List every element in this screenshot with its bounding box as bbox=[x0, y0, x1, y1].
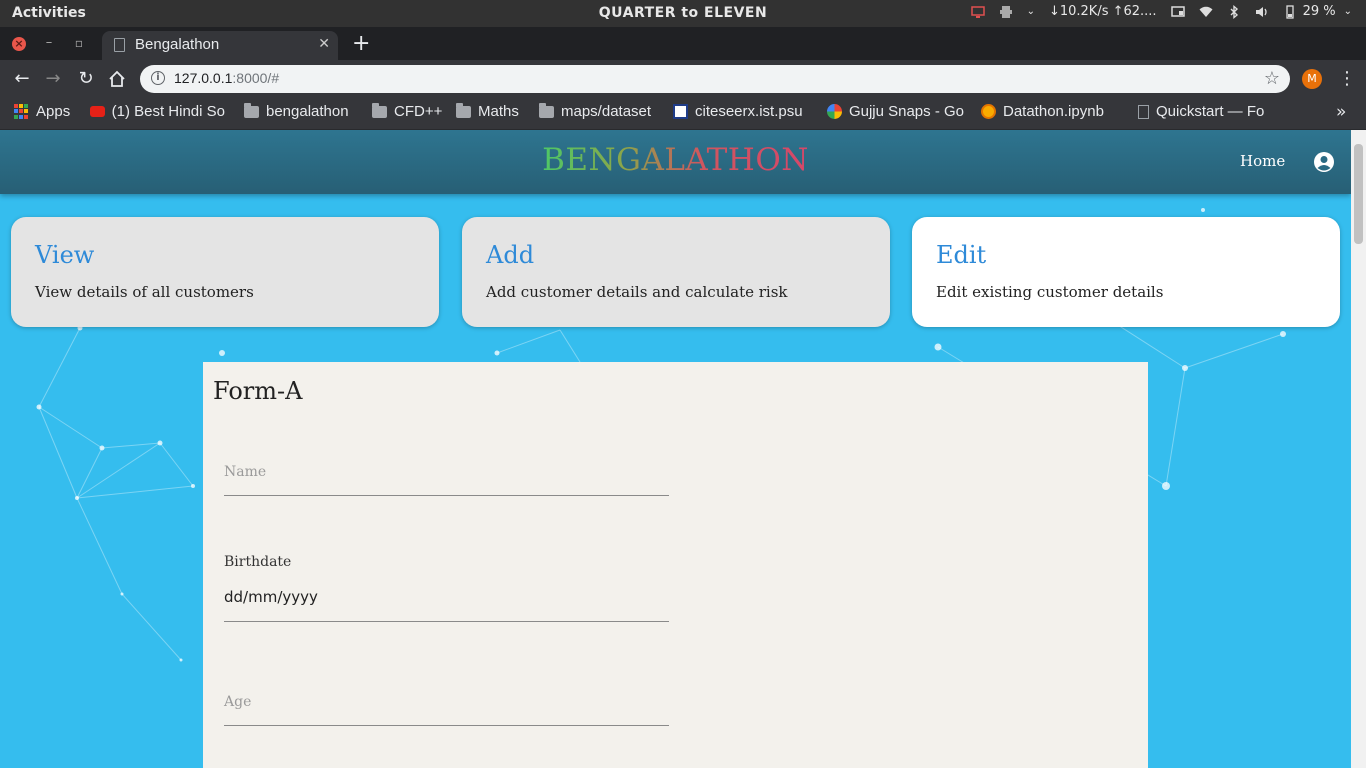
forward-arrow-icon[interactable]: → bbox=[44, 70, 62, 88]
bookmark-label: Gujju Snaps - Go bbox=[848, 103, 964, 120]
name-field[interactable]: Name bbox=[224, 454, 669, 496]
card-description: Add customer details and calculate risk bbox=[486, 283, 788, 301]
nav-home-link[interactable]: Home bbox=[1240, 152, 1285, 170]
bookmark-folder-maths[interactable]: Maths bbox=[456, 103, 519, 120]
bookmark-label: CFD++ bbox=[394, 103, 443, 120]
age-placeholder: Age bbox=[224, 694, 252, 710]
scrollbar-thumb[interactable] bbox=[1354, 144, 1363, 244]
birthdate-input[interactable]: dd/mm/yyyy bbox=[224, 588, 318, 606]
bluetooth-icon[interactable] bbox=[1227, 4, 1241, 19]
folder-icon bbox=[244, 103, 259, 118]
bookmark-label: (1) Best Hindi So bbox=[111, 103, 225, 120]
bookmark-label: Quickstart — Fo bbox=[1156, 103, 1265, 120]
brand-logo[interactable]: BENGALATHON bbox=[0, 142, 1351, 178]
system-tray[interactable]: ⌄ ↓10.2K/s ↑62.... 29 % ⌄ bbox=[970, 4, 1352, 19]
new-tab-button[interactable]: + bbox=[352, 31, 370, 56]
bookmark-gujju-snaps[interactable]: Gujju Snaps - Go bbox=[827, 103, 964, 120]
address-bar[interactable]: i 127.0.0.1:8000/# ☆ bbox=[140, 65, 1290, 93]
card-description: View details of all customers bbox=[35, 283, 254, 301]
window-minimize-icon[interactable]: – bbox=[42, 36, 56, 51]
bookmark-folder-maps[interactable]: maps/dataset bbox=[539, 103, 651, 120]
window-restore-icon[interactable]: ▫ bbox=[72, 37, 86, 51]
chevron-down-icon[interactable]: ⌄ bbox=[1344, 6, 1352, 17]
account-icon[interactable] bbox=[1313, 151, 1335, 173]
age-field[interactable]: Age bbox=[224, 684, 669, 726]
back-arrow-icon[interactable]: ← bbox=[13, 70, 31, 88]
bookmark-datathon[interactable]: Datathon.ipynb bbox=[981, 103, 1114, 120]
browser-tab-strip: × – ▫ Bengalathon ✕ + bbox=[0, 27, 1366, 60]
birthdate-field[interactable]: Birthdate dd/mm/yyyy bbox=[224, 552, 669, 622]
page-viewport: BENGALATHON Home View View details of al… bbox=[0, 130, 1351, 768]
colab-icon bbox=[981, 104, 996, 119]
display-icon[interactable] bbox=[1170, 5, 1185, 19]
url-host: 127.0.0.1 bbox=[174, 70, 233, 86]
page-icon bbox=[1138, 104, 1149, 119]
bookmark-quickstart[interactable]: Quickstart — Fo bbox=[1138, 103, 1272, 120]
app-header: BENGALATHON Home bbox=[0, 130, 1351, 194]
url-path: :8000/# bbox=[232, 70, 280, 86]
battery-percent: 29 % bbox=[1302, 4, 1336, 19]
bookmark-youtube[interactable]: (1) Best Hindi So bbox=[90, 103, 225, 120]
more-bookmarks-icon[interactable]: » bbox=[1336, 102, 1346, 122]
page-icon bbox=[114, 38, 125, 52]
name-placeholder: Name bbox=[224, 464, 267, 480]
wifi-icon[interactable] bbox=[1199, 5, 1213, 19]
bookmark-star-icon[interactable]: ☆ bbox=[1264, 68, 1280, 89]
bookmark-label: Apps bbox=[36, 103, 71, 120]
apps-grid-icon bbox=[14, 104, 29, 119]
volume-icon[interactable] bbox=[1255, 5, 1269, 19]
card-description: Edit existing customer details bbox=[936, 283, 1164, 301]
card-title: View bbox=[35, 241, 95, 269]
bookmark-label: bengalathon bbox=[266, 103, 349, 120]
reload-icon[interactable]: ↻ bbox=[77, 70, 95, 88]
brand-text: BENGALATHON bbox=[542, 142, 809, 178]
card-title: Edit bbox=[936, 241, 987, 269]
form-title: Form-A bbox=[213, 377, 303, 405]
pinwheel-icon bbox=[827, 104, 842, 119]
battery-icon[interactable] bbox=[1283, 4, 1297, 19]
bookmark-citeseerx[interactable]: citeseerx.ist.psu bbox=[673, 103, 811, 120]
tab-title: Bengalathon bbox=[135, 36, 220, 53]
folder-icon bbox=[372, 103, 387, 118]
screen-record-icon[interactable] bbox=[970, 5, 985, 19]
youtube-icon bbox=[90, 106, 105, 117]
folder-icon bbox=[539, 103, 554, 118]
chevron-down-icon[interactable]: ⌄ bbox=[1027, 6, 1035, 17]
add-card[interactable]: Add Add customer details and calculate r… bbox=[462, 217, 890, 327]
os-top-bar: Activities QUARTER to ELEVEN ⌄ ↓10.2K/s … bbox=[0, 0, 1366, 27]
bookmark-apps[interactable]: Apps bbox=[14, 103, 70, 120]
home-icon[interactable] bbox=[108, 70, 126, 88]
card-title: Add bbox=[486, 241, 535, 269]
bookmark-label: citeseerx.ist.psu bbox=[695, 103, 803, 120]
tab-close-icon[interactable]: ✕ bbox=[318, 36, 330, 52]
citeseerx-icon bbox=[673, 104, 688, 119]
bookmark-folder-bengalathon[interactable]: bengalathon bbox=[244, 103, 349, 120]
activities-button[interactable]: Activities bbox=[12, 5, 86, 21]
info-icon[interactable]: i bbox=[151, 71, 165, 85]
net-speed: ↓10.2K/s ↑62.... bbox=[1048, 4, 1157, 19]
browser-menu-icon[interactable]: ⋮ bbox=[1338, 68, 1356, 89]
url-text[interactable]: 127.0.0.1:8000/# bbox=[174, 70, 279, 86]
profile-avatar[interactable]: M bbox=[1302, 69, 1322, 89]
page-scrollbar[interactable] bbox=[1351, 130, 1366, 768]
bookmark-folder-cfd[interactable]: CFD++ bbox=[372, 103, 442, 120]
edit-card[interactable]: Edit Edit existing customer details bbox=[912, 217, 1340, 327]
bookmark-label: maps/dataset bbox=[561, 103, 652, 120]
bookmarks-bar: Apps (1) Best Hindi So bengalathon CFD++… bbox=[0, 97, 1366, 130]
browser-tab[interactable]: Bengalathon ✕ bbox=[102, 31, 338, 60]
window-close-icon[interactable]: × bbox=[12, 37, 26, 51]
birthdate-label: Birthdate bbox=[224, 554, 292, 570]
bookmark-label: Datathon.ipynb bbox=[1003, 103, 1104, 120]
view-card[interactable]: View View details of all customers bbox=[11, 217, 439, 327]
customer-form: Form-A Name Birthdate dd/mm/yyyy Age bbox=[203, 362, 1148, 768]
browser-toolbar: ← → ↻ i 127.0.0.1:8000/# ☆ M ⋮ bbox=[0, 60, 1366, 97]
network-tool-icon[interactable] bbox=[999, 5, 1013, 19]
bookmark-label: Maths bbox=[478, 103, 519, 120]
folder-icon bbox=[456, 103, 471, 118]
